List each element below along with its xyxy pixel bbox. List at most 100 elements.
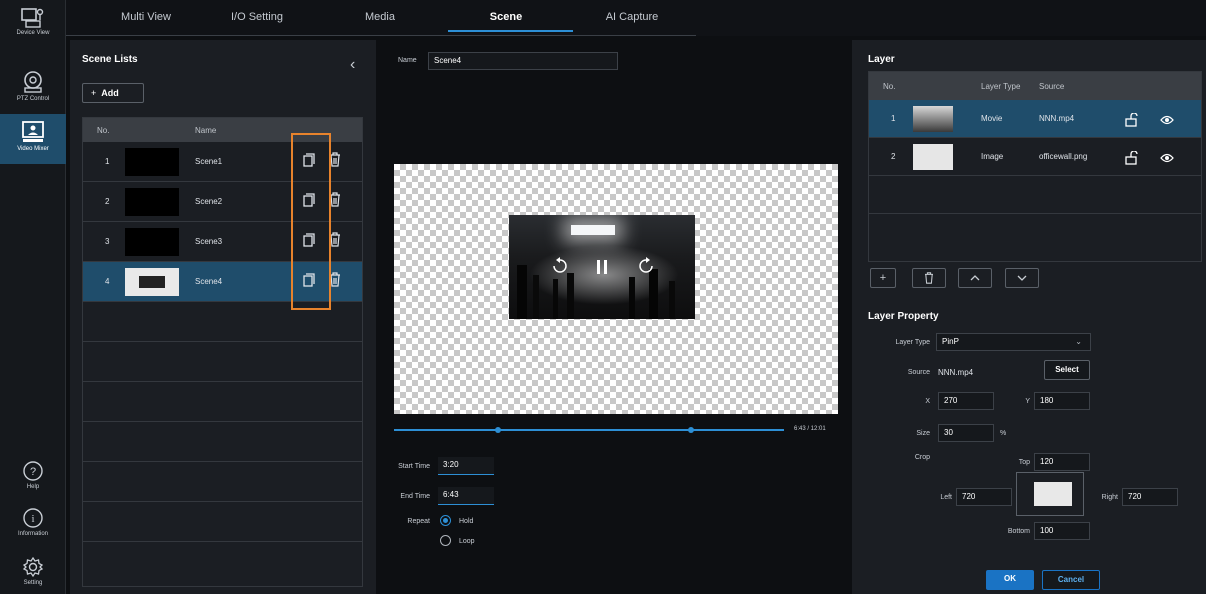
video-mixer-icon bbox=[22, 121, 44, 142]
repeat-loop-radio[interactable] bbox=[440, 535, 451, 546]
source-value: NNN.mp4 bbox=[938, 368, 974, 377]
scene-thumbnail bbox=[125, 188, 179, 216]
unlock-icon[interactable] bbox=[1125, 112, 1139, 129]
layer-source: officewall.png bbox=[1039, 152, 1088, 161]
scene-list-panel: Scene Lists ‹ + Add No. Name 1 Scene1 2 … bbox=[70, 40, 376, 594]
move-layer-up-button[interactable] bbox=[958, 268, 992, 288]
device-view-icon bbox=[21, 8, 44, 28]
rail-label: PTZ Control bbox=[16, 96, 50, 102]
end-marker-handle[interactable] bbox=[688, 427, 694, 433]
scene-list-title: Scene Lists bbox=[82, 54, 138, 65]
scene-thumbnail bbox=[125, 148, 179, 176]
eye-icon[interactable] bbox=[1160, 115, 1174, 127]
empty-row bbox=[869, 176, 1201, 214]
header-no: No. bbox=[883, 82, 896, 91]
crop-right-input[interactable]: 720 bbox=[1122, 488, 1178, 506]
tab-media[interactable]: Media bbox=[330, 0, 430, 36]
rewind-icon[interactable] bbox=[551, 257, 569, 277]
rail-video-mixer[interactable]: Video Mixer bbox=[0, 114, 66, 164]
empty-row bbox=[83, 342, 362, 382]
size-input[interactable]: 30 bbox=[938, 424, 994, 442]
scene-name: Scene1 bbox=[195, 157, 223, 166]
unlock-icon[interactable] bbox=[1125, 150, 1139, 167]
start-marker-handle[interactable] bbox=[495, 427, 501, 433]
layer-type-label: Layer Type bbox=[895, 339, 930, 346]
trash-icon bbox=[925, 272, 933, 284]
rail-ptz-control[interactable]: PTZ Control bbox=[0, 66, 66, 110]
layer-source: NNN.mp4 bbox=[1039, 114, 1075, 123]
repeat-hold-radio[interactable] bbox=[440, 515, 451, 526]
layer-row-1[interactable]: 1 Movie NNN.mp4 bbox=[869, 100, 1201, 138]
crop-bottom-input[interactable]: 100 bbox=[1034, 522, 1090, 540]
scene-name-label: Name bbox=[398, 57, 417, 64]
ok-button[interactable]: OK bbox=[986, 570, 1034, 590]
repeat-loop-label: Loop bbox=[459, 538, 475, 545]
end-time-label: End Time bbox=[400, 493, 430, 500]
rail-label: Information bbox=[17, 531, 48, 537]
crop-preview-area[interactable] bbox=[1034, 482, 1072, 506]
video-layer-preview[interactable] bbox=[509, 215, 695, 319]
pause-icon[interactable] bbox=[595, 259, 609, 277]
crop-right-label: Right bbox=[1101, 494, 1118, 501]
scene-number: 4 bbox=[105, 277, 110, 286]
move-layer-down-button[interactable] bbox=[1005, 268, 1039, 288]
gear-icon bbox=[22, 556, 44, 578]
size-unit: % bbox=[1000, 430, 1007, 437]
header-layer-type: Layer Type bbox=[981, 82, 1021, 91]
scene-name-input[interactable]: Scene4 bbox=[428, 52, 618, 70]
timeline-track[interactable] bbox=[394, 429, 784, 431]
scene-name: Scene4 bbox=[195, 277, 223, 286]
empty-row bbox=[83, 542, 362, 582]
y-input[interactable]: 180 bbox=[1034, 392, 1090, 410]
tab-io-setting[interactable]: I/O Setting bbox=[207, 0, 307, 36]
add-scene-button[interactable]: + Add bbox=[82, 83, 144, 103]
layer-title: Layer bbox=[868, 54, 895, 65]
crop-left-input[interactable]: 720 bbox=[956, 488, 1012, 506]
rail-label: Help bbox=[26, 484, 40, 490]
header-source: Source bbox=[1039, 82, 1065, 91]
scene-number: 3 bbox=[105, 237, 110, 246]
header-no: No. bbox=[97, 126, 110, 135]
layer-type-select[interactable]: PinP ⌄ bbox=[936, 333, 1091, 351]
highlight-box bbox=[291, 133, 331, 310]
rail-label: Video Mixer bbox=[17, 146, 49, 152]
scene-thumbnail bbox=[125, 268, 179, 296]
rail-help[interactable]: ? Help bbox=[0, 460, 66, 500]
rail-information[interactable]: i Information bbox=[0, 507, 66, 547]
tab-multi-view[interactable]: Multi View bbox=[96, 0, 196, 36]
select-source-button[interactable]: Select bbox=[1044, 360, 1090, 380]
collapse-chevron-icon[interactable]: ‹ bbox=[350, 56, 355, 74]
tab-ai-capture[interactable]: AI Capture bbox=[582, 0, 682, 36]
rail-device-view[interactable]: Device View bbox=[0, 4, 66, 54]
svg-text:i: i bbox=[31, 513, 34, 525]
chevron-down-icon bbox=[1017, 275, 1027, 281]
end-time-input[interactable]: 6:43 bbox=[438, 487, 494, 505]
tab-divider bbox=[66, 35, 696, 36]
x-label: X bbox=[925, 398, 930, 405]
cancel-button[interactable]: Cancel bbox=[1042, 570, 1100, 590]
forward-icon[interactable] bbox=[637, 257, 655, 277]
start-time-input[interactable]: 3:20 bbox=[438, 457, 494, 475]
thumbnail-pip bbox=[139, 276, 165, 288]
layer-type: Image bbox=[981, 152, 1004, 161]
source-label: Source bbox=[907, 369, 930, 376]
scene-thumbnail bbox=[125, 228, 179, 256]
x-input[interactable]: 270 bbox=[938, 392, 994, 410]
empty-row bbox=[869, 214, 1201, 252]
rail-setting[interactable]: Setting bbox=[0, 556, 66, 594]
delete-layer-button[interactable] bbox=[912, 268, 946, 288]
layer-row-2[interactable]: 2 Image officewall.png bbox=[869, 138, 1201, 176]
scene-number: 2 bbox=[105, 197, 110, 206]
layer-table-header: No. Layer Type Source bbox=[869, 72, 1201, 100]
info-icon: i bbox=[23, 508, 43, 528]
plus-icon: + bbox=[879, 272, 887, 284]
layer-thumbnail bbox=[913, 106, 953, 132]
eye-icon[interactable] bbox=[1160, 153, 1174, 165]
crop-top-input[interactable]: 120 bbox=[1034, 453, 1090, 471]
video-light bbox=[571, 225, 615, 235]
layer-type-value: PinP bbox=[942, 337, 959, 346]
add-layer-button[interactable]: + bbox=[870, 268, 896, 288]
left-rail: Device View PTZ Control Video Mixer ? He… bbox=[0, 0, 66, 594]
scene-number: 1 bbox=[105, 157, 110, 166]
empty-row bbox=[83, 502, 362, 542]
